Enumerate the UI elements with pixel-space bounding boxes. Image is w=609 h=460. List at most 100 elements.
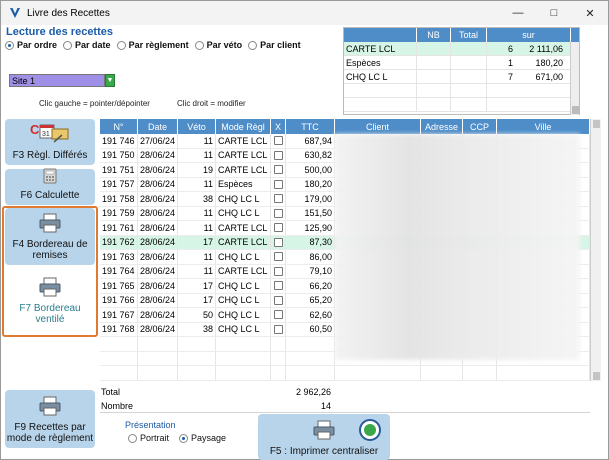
cell-ttc: 179,00	[286, 192, 335, 206]
pointer-checkbox[interactable]	[273, 194, 283, 204]
pointer-checkbox[interactable]	[273, 281, 283, 291]
cell-ttc: 66,20	[286, 279, 335, 293]
cell-ttc: 65,20	[286, 293, 335, 307]
summary-header: NB Total sur	[344, 28, 579, 42]
cell-mode: Espèces	[216, 177, 271, 191]
cell-date: 28/06/24	[138, 264, 178, 278]
col-date[interactable]: Date	[138, 119, 178, 134]
summary-row[interactable]: CHQ LC L 7 671,00	[344, 70, 579, 84]
col-ville[interactable]: Ville	[497, 119, 590, 134]
radio-icon[interactable]	[116, 40, 126, 50]
cell-veto: 11	[178, 264, 216, 278]
pointer-checkbox[interactable]	[273, 266, 283, 276]
radio-icon[interactable]	[248, 40, 258, 50]
site-select[interactable]: Site 1	[9, 74, 105, 87]
summary-row[interactable]: CARTE LCL 62 111,06	[344, 42, 579, 56]
col-x[interactable]: X	[271, 119, 286, 134]
pointer-checkbox[interactable]	[273, 165, 283, 175]
col-num[interactable]: N°	[100, 119, 138, 134]
pointer-checkbox[interactable]	[273, 223, 283, 233]
cell-date: 28/06/24	[138, 308, 178, 322]
pointer-checkbox[interactable]	[273, 150, 283, 160]
minimize-icon[interactable]: —	[500, 1, 536, 25]
cell-num: 191 750	[100, 148, 138, 162]
pointer-checkbox[interactable]	[273, 310, 283, 320]
radio-selected-icon[interactable]	[5, 40, 14, 50]
radio-icon[interactable]	[63, 40, 73, 50]
sort-par-veto[interactable]: Par véto	[194, 40, 242, 50]
paysage-option[interactable]: Paysage	[179, 433, 226, 443]
pointer-checkbox[interactable]	[273, 295, 283, 305]
pointer-checkbox[interactable]	[273, 179, 283, 189]
maximize-icon[interactable]: □	[536, 1, 572, 25]
pointer-checkbox[interactable]	[273, 324, 283, 334]
dropdown-arrow-icon[interactable]: ▼	[105, 74, 115, 87]
cell-num: 191 761	[100, 221, 138, 235]
table-row[interactable]	[100, 366, 590, 381]
sort-par-client[interactable]: Par client	[248, 40, 301, 50]
f6-calculette-button[interactable]: F6 Calculette	[5, 168, 95, 205]
cell-veto: 11	[178, 250, 216, 264]
col-mode[interactable]: Mode Règl	[216, 119, 271, 134]
close-icon[interactable]: ✕	[572, 1, 608, 25]
f5-imprimer-button[interactable]: F5 : Imprimer centraliser	[258, 414, 390, 460]
count-label: Nombre	[101, 401, 134, 411]
pointer-checkbox[interactable]	[273, 208, 283, 218]
cell-ttc: 500,00	[286, 163, 335, 177]
presentation-label: Présentation	[125, 420, 176, 430]
cell-num: 191 764	[100, 264, 138, 278]
cell-date: 27/06/24	[138, 134, 178, 148]
sort-par-date[interactable]: Par date	[63, 40, 111, 50]
scroll-up-icon[interactable]	[593, 120, 600, 128]
cell-date: 28/06/24	[138, 322, 178, 336]
col-ttc[interactable]: TTC	[286, 119, 335, 134]
pointer-checkbox[interactable]	[273, 237, 283, 247]
cell-mode: CHQ LC L	[216, 206, 271, 220]
scroll-down-icon[interactable]	[593, 372, 600, 380]
cell-veto: 11	[178, 206, 216, 220]
summary-row[interactable]: Espèces 1 180,20	[344, 56, 579, 70]
pointer-checkbox[interactable]	[273, 252, 283, 262]
print-label: F5 : Imprimer centraliser	[269, 446, 379, 457]
grid-scrollbar[interactable]	[590, 119, 601, 381]
radio-icon[interactable]	[128, 433, 137, 443]
divider	[100, 412, 590, 413]
pointer-checkbox[interactable]	[273, 136, 283, 146]
col-client[interactable]: Client	[335, 119, 421, 134]
cell-veto: 17	[178, 279, 216, 293]
cell-veto: 38	[178, 192, 216, 206]
cell-veto: 11	[178, 221, 216, 235]
summary-scrollbar[interactable]	[570, 42, 579, 115]
cell-mode: CARTE LCL	[216, 264, 271, 278]
scroll-down-icon[interactable]	[572, 106, 579, 114]
radio-selected-icon[interactable]	[179, 433, 189, 443]
cell-date: 28/06/24	[138, 293, 178, 307]
radio-icon[interactable]	[194, 40, 204, 50]
cell-mode: CHQ LC L	[216, 308, 271, 322]
cell-num: 191 758	[100, 192, 138, 206]
f3-regl-differes-button[interactable]: C 31 F3 Règl. Différés	[5, 119, 95, 165]
calendar-card-icon: C 31	[28, 122, 72, 147]
svg-text:31: 31	[42, 131, 50, 138]
cell-ttc: 630,82	[286, 148, 335, 162]
total-value: 2 962,26	[295, 387, 331, 397]
hint-left-click: Clic gauche = pointer/dépointer	[39, 99, 150, 108]
f9-recettes-mode-button[interactable]: F9 Recettes par mode de règlement	[5, 390, 95, 448]
cell-date: 28/06/24	[138, 206, 178, 220]
col-adresse[interactable]: Adresse	[421, 119, 463, 134]
sort-par-ordre[interactable]: Par ordre	[5, 40, 57, 50]
cell-num: 191 768	[100, 322, 138, 336]
cell-ttc: 151,50	[286, 206, 335, 220]
sort-par-reglement[interactable]: Par règlement	[116, 40, 189, 50]
col-veto[interactable]: Véto	[178, 119, 216, 134]
cell-veto: 11	[178, 134, 216, 148]
cell-num: 191 746	[100, 134, 138, 148]
calculator-icon	[43, 168, 57, 187]
portrait-option[interactable]: Portrait	[128, 433, 169, 443]
col-ccp[interactable]: CCP	[463, 119, 497, 134]
cell-veto: 17	[178, 235, 216, 249]
total-row: Total	[101, 387, 120, 397]
cell-date: 28/06/24	[138, 163, 178, 177]
cell-mode: CHQ LC L	[216, 279, 271, 293]
total-label: Total	[101, 387, 121, 397]
